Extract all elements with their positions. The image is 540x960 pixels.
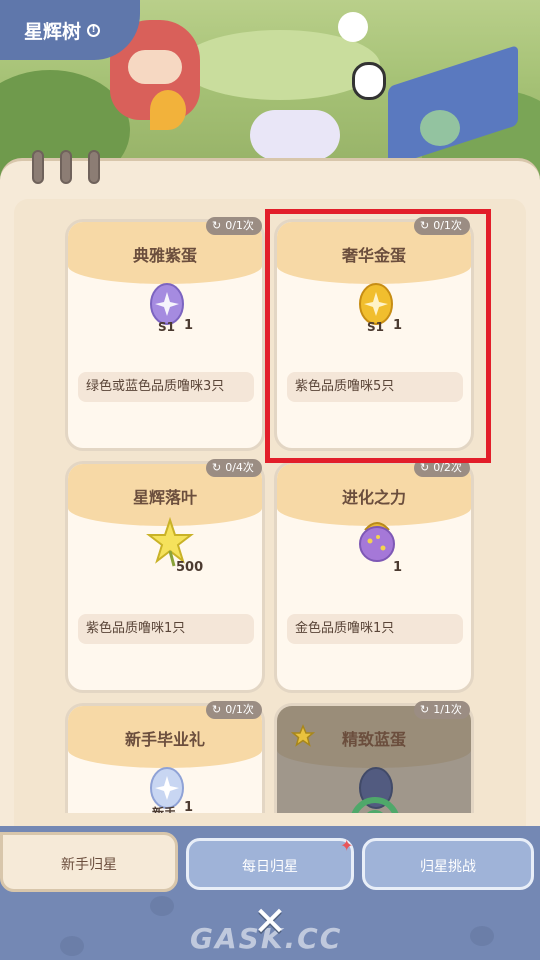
purple-egg-icon bbox=[150, 283, 184, 325]
gold-egg-icon bbox=[359, 283, 393, 325]
reward-card[interactable]: 星辉落叶 500 紫色品质噜咪1只 bbox=[65, 461, 265, 693]
reward-quantity: 1 bbox=[184, 318, 194, 333]
refresh-icon: ↻ bbox=[420, 461, 430, 474]
refresh-icon: ↻ bbox=[212, 461, 222, 474]
limit-text: 0/2次 bbox=[433, 461, 462, 474]
claimed-stamp-icon bbox=[351, 797, 399, 813]
tab-newbie[interactable]: 新手归星 bbox=[0, 832, 178, 892]
limit-text: 1/1次 bbox=[433, 703, 462, 716]
limit-badge: ↻ 0/1次 bbox=[206, 701, 262, 719]
paw-print bbox=[60, 936, 84, 956]
graduation-egg-icon bbox=[150, 767, 184, 809]
sparkle-icon: ✦ bbox=[340, 836, 354, 855]
reward-card-grid[interactable]: 典雅紫蛋 S1 1 绿色或蓝色品质噜咪3只 ↻ 0/1次 奢华金蛋 S1 1 紫… bbox=[0, 205, 540, 813]
reward-card[interactable]: 新手毕业礼 新手 1 bbox=[65, 703, 265, 813]
egg-tier-tag: 新手 bbox=[152, 806, 177, 813]
reward-quantity: 1 bbox=[393, 560, 403, 575]
card-title: 奢华金蛋 bbox=[341, 246, 406, 265]
card-title: 星辉落叶 bbox=[132, 488, 197, 507]
card-condition: 绿色或蓝色品质噜咪3只 bbox=[78, 372, 254, 402]
fox-face bbox=[128, 50, 182, 84]
reward-card[interactable]: 奢华金蛋 S1 1 紫色品质噜咪5只 bbox=[274, 219, 474, 451]
card-title: 新手毕业礼 bbox=[124, 730, 205, 749]
paw-print bbox=[470, 926, 494, 946]
limit-text: 0/1次 bbox=[225, 219, 254, 232]
limit-badge: ↻ 0/1次 bbox=[206, 217, 262, 235]
refresh-icon: ↻ bbox=[420, 703, 430, 716]
evolution-fruit-icon bbox=[359, 522, 395, 562]
card-condition: 紫色品质噜咪5只 bbox=[287, 372, 463, 402]
ring bbox=[60, 150, 72, 184]
tab-label: 新手归星 bbox=[61, 857, 117, 873]
limit-badge: ↻ 0/1次 bbox=[414, 217, 470, 235]
reward-quantity: 1 bbox=[393, 318, 403, 333]
close-icon[interactable]: ✕ bbox=[248, 900, 292, 944]
tab-daily[interactable]: 每日归星 bbox=[186, 838, 354, 890]
refresh-icon: ↻ bbox=[212, 703, 222, 716]
tab-label: 归星挑战 bbox=[420, 859, 476, 875]
flame-leaf bbox=[150, 90, 186, 130]
page-title: 星辉树 bbox=[24, 20, 82, 43]
reward-quantity: 500 bbox=[176, 560, 204, 575]
notebook-rings bbox=[32, 150, 100, 184]
card-title: 进化之力 bbox=[341, 488, 406, 507]
card-title: 典雅紫蛋 bbox=[132, 246, 197, 265]
ring bbox=[88, 150, 100, 184]
star-icon bbox=[291, 724, 315, 747]
egg-tier-tag: S1 bbox=[158, 320, 175, 334]
limit-text: 0/4次 bbox=[225, 461, 254, 474]
ring bbox=[32, 150, 44, 184]
reward-card[interactable]: 典雅紫蛋 S1 1 绿色或蓝色品质噜咪3只 bbox=[65, 219, 265, 451]
mouse-character bbox=[420, 110, 460, 146]
panda-character bbox=[352, 62, 386, 100]
tab-label: 每日归星 bbox=[242, 859, 298, 875]
refresh-icon: ↻ bbox=[420, 219, 430, 232]
title-tab: 星辉树 ! bbox=[0, 0, 140, 60]
unicorn-character bbox=[250, 110, 340, 160]
limit-text: 0/1次 bbox=[225, 703, 254, 716]
limit-badge: ↻ 0/2次 bbox=[414, 459, 470, 477]
reward-quantity: 1 bbox=[184, 800, 194, 813]
egg-tier-tag: S1 bbox=[367, 320, 384, 334]
ghost-character bbox=[338, 12, 368, 42]
reward-card[interactable]: 进化之力 1 金色品质噜咪1只 bbox=[274, 461, 474, 693]
card-condition: 紫色品质噜咪1只 bbox=[78, 614, 254, 644]
refresh-icon: ↻ bbox=[212, 219, 222, 232]
reward-card-completed[interactable]: 精致蓝蛋 bbox=[274, 703, 474, 813]
limit-badge: ↻ 0/4次 bbox=[206, 459, 262, 477]
card-condition: 金色品质噜咪1只 bbox=[287, 614, 463, 644]
limit-badge: ↻ 1/1次 bbox=[414, 701, 470, 719]
limit-text: 0/1次 bbox=[433, 219, 462, 232]
tab-challenge[interactable]: 归星挑战 bbox=[362, 838, 534, 890]
info-icon[interactable]: ! bbox=[87, 23, 101, 37]
paw-print bbox=[150, 896, 174, 916]
